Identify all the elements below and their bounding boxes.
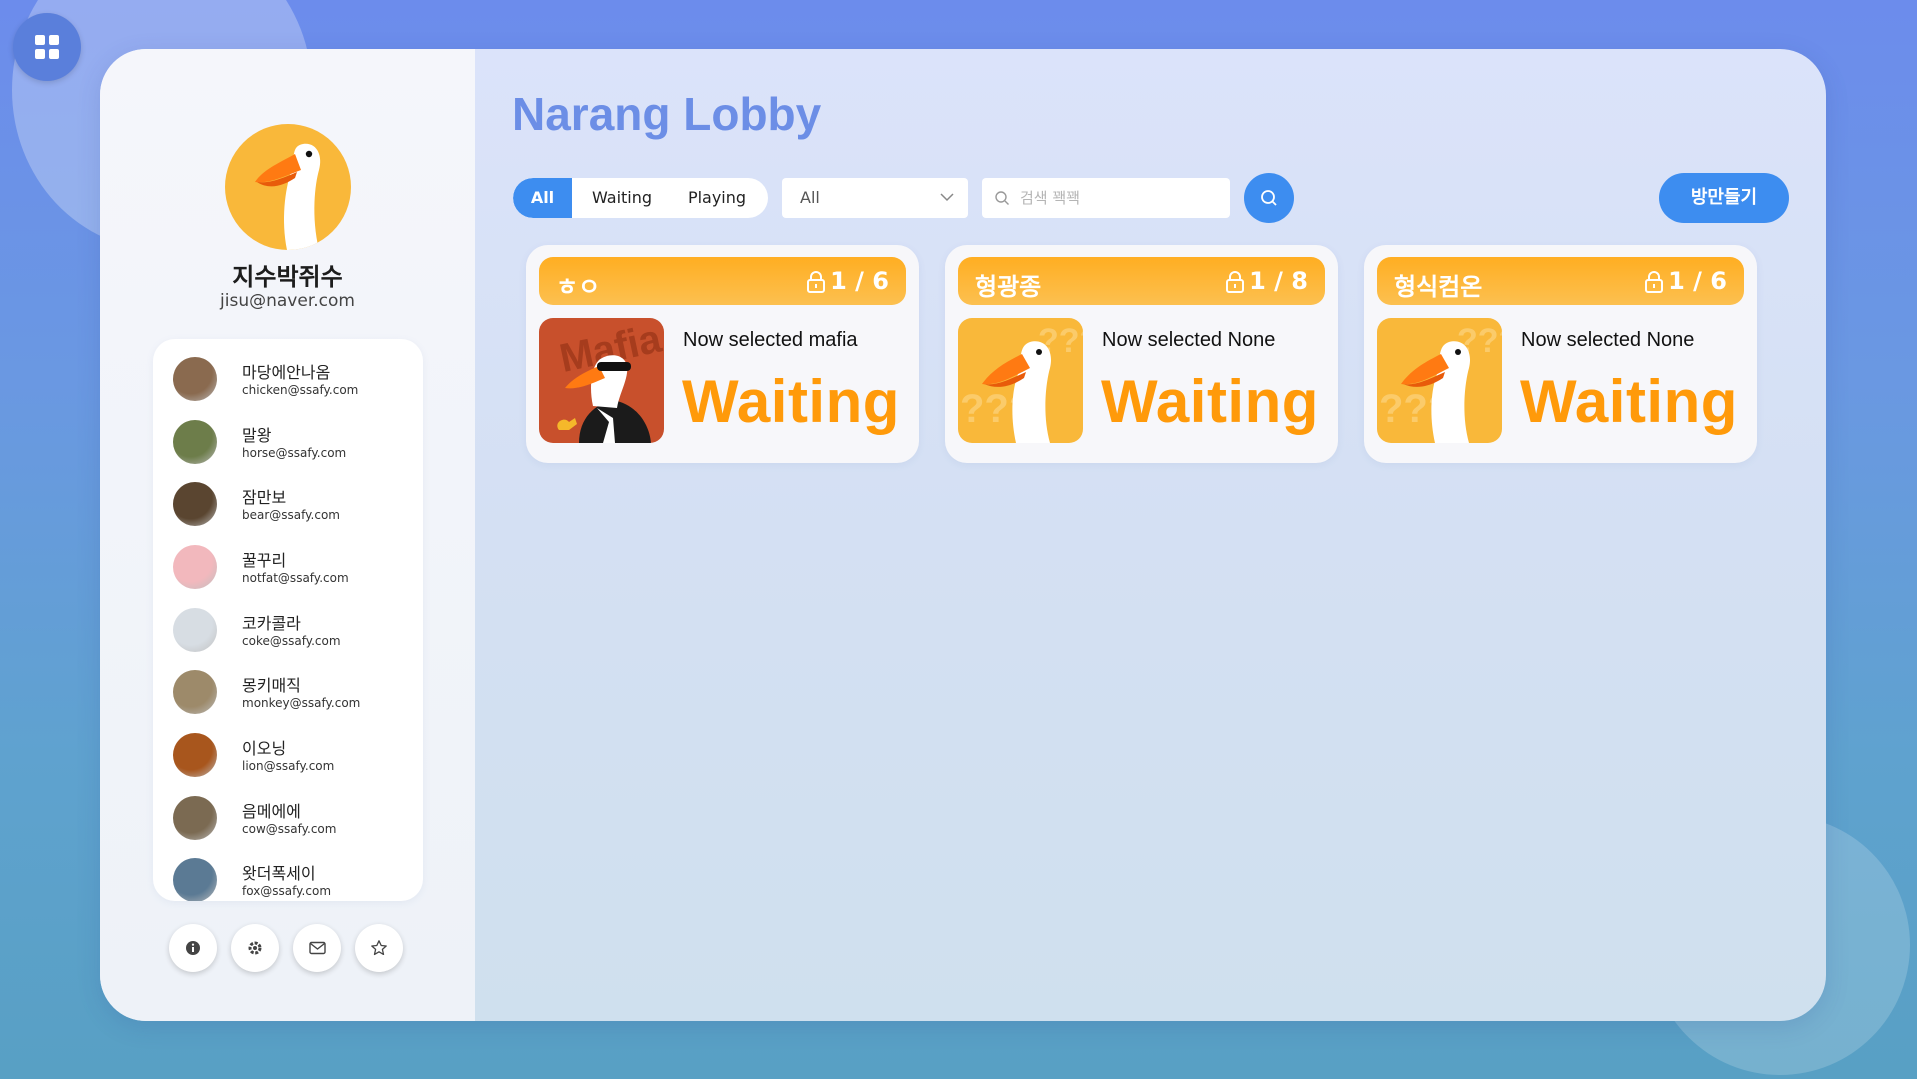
friend-email: chicken@ssafy.com (242, 383, 359, 397)
friend-item[interactable]: 꿀꾸리 notfat@ssafy.com (173, 545, 413, 595)
friend-name: 음메에에 (242, 802, 301, 821)
favorite-button[interactable] (355, 924, 403, 972)
friend-email: bear@ssafy.com (242, 508, 340, 522)
filter-all-tab[interactable]: All (513, 178, 572, 218)
filter-playing-tab[interactable]: Playing (672, 178, 762, 218)
room-selected-game: Now selected mafia (683, 329, 858, 351)
friend-item[interactable]: 잠만보 bear@ssafy.com (173, 482, 413, 532)
filter-waiting-tab[interactable]: Waiting (572, 178, 672, 218)
mafia-goose-icon: Mafia (539, 318, 664, 443)
friend-name: 코카콜라 (242, 614, 301, 633)
search-box (982, 178, 1230, 218)
goose-icon (255, 143, 321, 250)
friend-email: notfat@ssafy.com (242, 571, 349, 585)
star-icon (371, 940, 387, 956)
room-header: ㅎㅇ 1 / 6 (539, 257, 906, 305)
friend-email: coke@ssafy.com (242, 634, 341, 648)
friend-avatar (173, 357, 217, 401)
friend-name: 잠만보 (242, 488, 287, 507)
room-player-count: 1 / 6 (830, 267, 889, 295)
main-panel: 지수박쥐수 jisu@naver.com 마당에안나옴 chicken@ssaf… (100, 49, 1826, 1021)
friend-item[interactable]: 왓더폭세이 fox@ssafy.com (173, 858, 413, 901)
friend-item[interactable]: 음메에에 cow@ssafy.com (173, 796, 413, 846)
select-value: All (800, 188, 820, 207)
friend-email: cow@ssafy.com (242, 822, 337, 836)
lock-icon (1645, 271, 1663, 293)
friend-name: 이오닝 (242, 739, 287, 758)
room-header: 형식컴온 1 / 6 (1377, 257, 1744, 305)
room-name: ㅎㅇ (556, 273, 601, 301)
search-button[interactable] (1244, 173, 1294, 223)
goose-icon: ??? ??? (1377, 318, 1502, 443)
friend-name: 꿀꾸리 (242, 551, 287, 570)
friend-email: fox@ssafy.com (242, 884, 332, 898)
grid-icon (35, 35, 59, 59)
friend-item[interactable]: 코카콜라 coke@ssafy.com (173, 608, 413, 658)
friend-item[interactable]: 말왕 horse@ssafy.com (173, 420, 413, 470)
game-type-select[interactable]: All (782, 178, 968, 218)
mail-icon (308, 941, 326, 955)
apps-menu-button[interactable] (13, 13, 81, 81)
friend-avatar (173, 858, 217, 901)
goose-icon: ??? ??? (958, 318, 1083, 443)
room-status: Waiting (682, 368, 900, 435)
sidebar: 지수박쥐수 jisu@naver.com 마당에안나옴 chicken@ssaf… (100, 49, 475, 1021)
lock-icon (807, 271, 825, 293)
room-player-count: 1 / 6 (1668, 267, 1727, 295)
create-room-button[interactable]: 방만들기 (1659, 173, 1789, 223)
room-header: 형광종 1 / 8 (958, 257, 1325, 305)
lock-icon (1226, 271, 1244, 293)
friend-name: 몽키매직 (242, 676, 301, 695)
mail-button[interactable] (293, 924, 341, 972)
room-player-count: 1 / 8 (1249, 267, 1308, 295)
friend-avatar (173, 482, 217, 526)
friend-email: lion@ssafy.com (242, 759, 335, 773)
chevron-down-icon (940, 193, 954, 202)
sidebar-actions (169, 924, 419, 974)
room-status: Waiting (1101, 368, 1319, 435)
room-name: 형광종 (975, 273, 1042, 301)
room-thumbnail: ??? ??? (1377, 318, 1502, 443)
friend-avatar (173, 545, 217, 589)
friend-item[interactable]: 이오닝 lion@ssafy.com (173, 733, 413, 783)
room-name: 형식컴온 (1394, 273, 1483, 301)
room-thumbnail: Mafia (539, 318, 664, 443)
info-button[interactable] (169, 924, 217, 972)
friend-avatar (173, 670, 217, 714)
page-title: Narang Lobby (512, 88, 822, 140)
friend-list[interactable]: 마당에안나옴 chicken@ssafy.com 말왕 horse@ssafy.… (153, 339, 423, 901)
room-card[interactable]: 형광종 1 / 8 ??? ??? Now selected None Wait… (945, 245, 1338, 463)
profile-name: 지수박쥐수 (232, 263, 343, 291)
friend-name: 말왕 (242, 426, 272, 445)
friend-avatar (173, 420, 217, 464)
info-icon (186, 941, 200, 955)
room-card[interactable]: 형식컴온 1 / 6 ??? ??? Now selected None Wai… (1364, 245, 1757, 463)
friend-avatar (173, 608, 217, 652)
friend-avatar (173, 733, 217, 777)
room-selected-game: Now selected None (1521, 329, 1695, 351)
status-filter: All Waiting Playing (513, 178, 768, 218)
room-card[interactable]: ㅎㅇ 1 / 6 Mafia Now selected mafia Waitin… (526, 245, 919, 463)
search-input[interactable] (1020, 186, 1220, 210)
friend-name: 마당에안나옴 (242, 363, 331, 382)
friend-item[interactable]: 마당에안나옴 chicken@ssafy.com (173, 357, 413, 407)
friend-email: monkey@ssafy.com (242, 696, 361, 710)
room-status: Waiting (1520, 368, 1738, 435)
room-thumbnail: ??? ??? (958, 318, 1083, 443)
friend-name: 왓더폭세이 (242, 864, 316, 883)
search-icon (1261, 190, 1277, 206)
search-icon (995, 191, 1009, 205)
settings-button[interactable] (231, 924, 279, 972)
room-selected-game: Now selected None (1102, 329, 1276, 351)
friend-item[interactable]: 몽키매직 monkey@ssafy.com (173, 670, 413, 720)
profile-email: jisu@naver.com (220, 291, 355, 311)
friend-avatar (173, 796, 217, 840)
gear-icon (248, 941, 262, 955)
friend-email: horse@ssafy.com (242, 446, 347, 460)
profile-avatar[interactable] (225, 124, 351, 250)
